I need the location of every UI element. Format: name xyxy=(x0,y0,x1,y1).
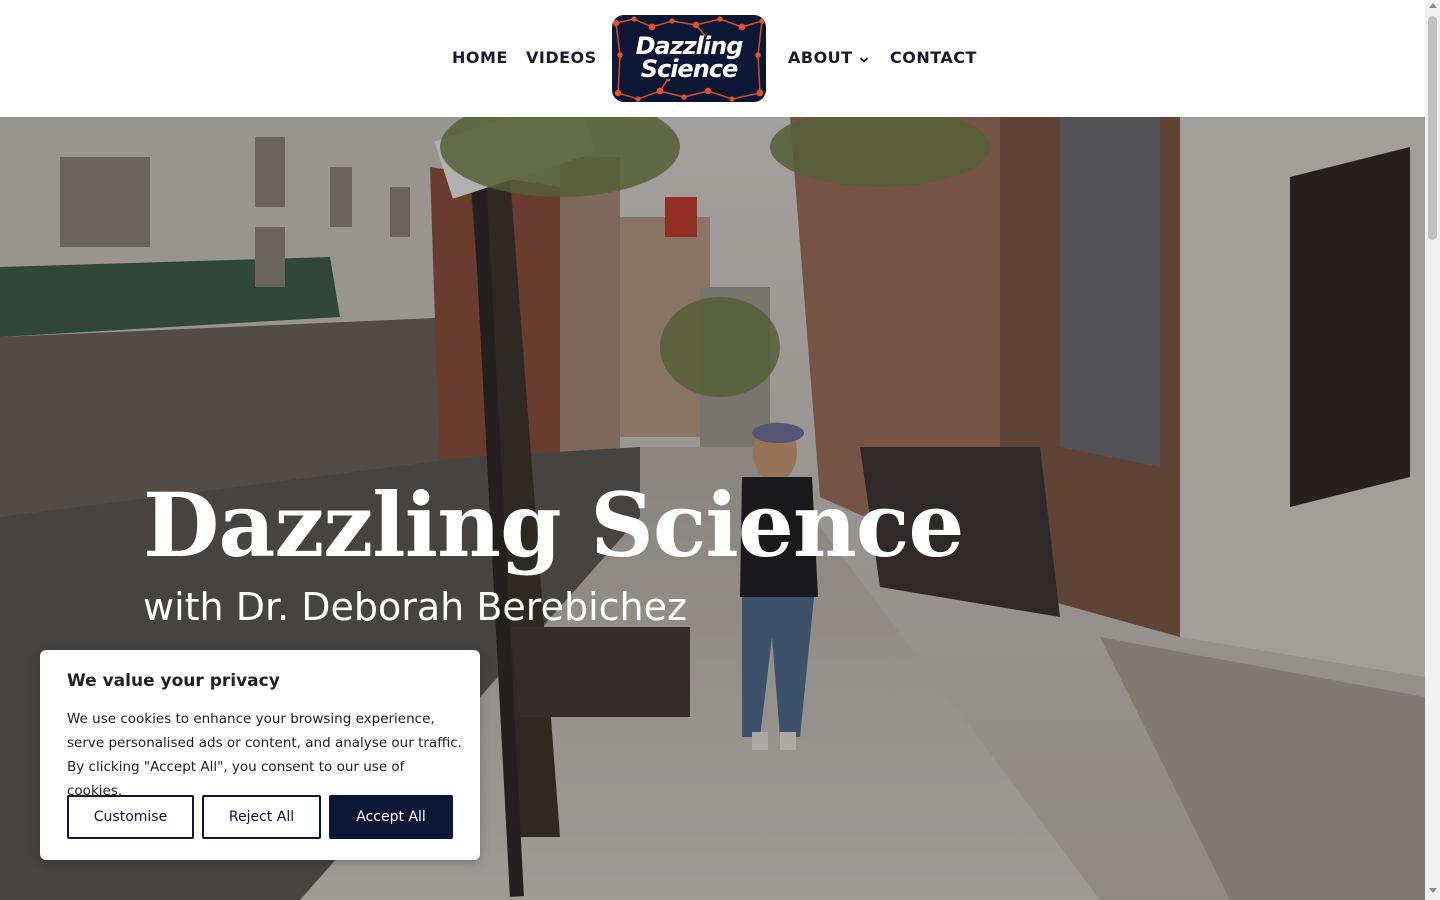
chevron-down-icon xyxy=(859,48,869,70)
scrollbar-thumb[interactable] xyxy=(1428,16,1437,240)
customise-button[interactable]: Customise xyxy=(67,795,194,839)
cookie-banner-title: We value your privacy xyxy=(67,671,280,691)
scroll-down-arrow-icon[interactable] xyxy=(1429,888,1437,893)
cookie-consent-banner: We value your privacy We use cookies to … xyxy=(40,650,480,860)
hero-title: Dazzling Science xyxy=(143,473,964,577)
nav-about[interactable]: ABOUT xyxy=(788,47,869,70)
logo-text-line2: Science xyxy=(640,55,739,83)
nav-contact[interactable]: CONTACT xyxy=(890,47,977,69)
nav-about-label: ABOUT xyxy=(788,48,853,67)
reject-all-button[interactable]: Reject All xyxy=(202,795,321,839)
site-header: HOME VIDEOS Dazzling Science ABOUT CONTA… xyxy=(0,0,1425,117)
hero-subtitle: with Dr. Deborah Berebichez xyxy=(143,585,687,629)
nav-home[interactable]: HOME xyxy=(452,47,508,69)
accept-all-button[interactable]: Accept All xyxy=(329,795,453,839)
nav-videos[interactable]: VIDEOS xyxy=(526,47,597,69)
site-logo[interactable]: Dazzling Science xyxy=(612,15,766,102)
page-scrollbar[interactable] xyxy=(1425,0,1440,900)
scroll-up-arrow-icon[interactable] xyxy=(1429,3,1437,8)
cookie-banner-text: We use cookies to enhance your browsing … xyxy=(67,711,462,799)
